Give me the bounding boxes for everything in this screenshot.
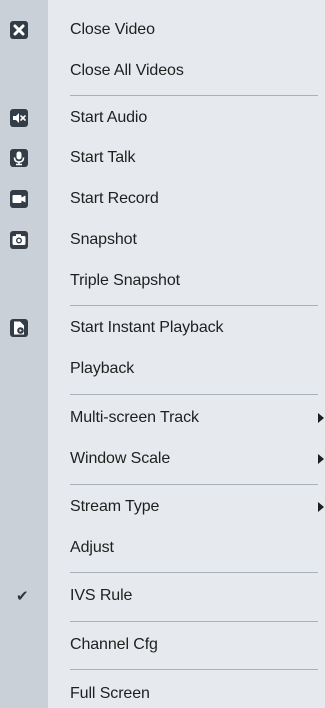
menu-item-label: Start Instant Playback [70, 319, 224, 336]
menu-item-start-record[interactable]: Start Record [0, 180, 325, 218]
record-icon [9, 189, 29, 209]
menu-item-label: IVS Rule [70, 587, 133, 604]
menu-item-snapshot[interactable]: Snapshot [0, 221, 325, 259]
menu-item-full-screen[interactable]: Full Screen [0, 675, 325, 708]
menu-item-label: Adjust [70, 539, 114, 556]
submenu-arrow-icon [318, 502, 324, 512]
menu-item-window-scale[interactable]: Window Scale [0, 440, 325, 478]
menu-item-label: Window Scale [70, 450, 171, 467]
menu-separator [70, 669, 318, 670]
menu-item-label: Close Video [70, 21, 155, 38]
menu-item-label: Multi-screen Track [70, 409, 199, 426]
speaker-icon [9, 108, 29, 128]
menu-item-label: Triple Snapshot [70, 272, 180, 289]
menu-item-start-audio[interactable]: Start Audio [0, 99, 325, 137]
menu-item-label: Snapshot [70, 231, 137, 248]
menu-separator [70, 572, 318, 573]
menu-item-ivs-rule[interactable]: ✔ IVS Rule [0, 577, 325, 615]
menu-item-close-video[interactable]: Close Video [0, 11, 325, 49]
menu-item-label: Start Talk [70, 149, 136, 166]
menu-item-label: Playback [70, 360, 135, 377]
menu-item-stream-type[interactable]: Stream Type [0, 488, 325, 526]
menu-item-label: Start Record [70, 190, 159, 207]
menu-separator [70, 394, 318, 395]
submenu-arrow-icon [318, 413, 324, 423]
menu-item-playback[interactable]: Playback [0, 350, 325, 388]
menu-item-close-all-videos[interactable]: Close All Videos [0, 52, 325, 90]
menu-item-label: Full Screen [70, 685, 150, 702]
checkmark-icon: ✔ [16, 587, 29, 605]
menu-separator [70, 484, 318, 485]
menu-separator [70, 305, 318, 306]
submenu-arrow-icon [318, 454, 324, 464]
menu-separator [70, 621, 318, 622]
menu-item-label: Close All Videos [70, 62, 184, 79]
menu-item-label: Stream Type [70, 498, 160, 515]
camera-icon [9, 230, 29, 250]
menu-item-adjust[interactable]: Adjust [0, 529, 325, 567]
menu-item-start-talk[interactable]: Start Talk [0, 139, 325, 177]
menu-item-start-instant-playback[interactable]: Start Instant Playback [0, 309, 325, 347]
context-menu: Close Video Close All Videos Start Audio… [0, 0, 325, 708]
instant-playback-icon [9, 318, 29, 338]
menu-separator [70, 95, 318, 96]
menu-item-multi-screen-track[interactable]: Multi-screen Track [0, 399, 325, 437]
close-icon [9, 20, 29, 40]
menu-item-label: Start Audio [70, 109, 148, 126]
menu-item-triple-snapshot[interactable]: Triple Snapshot [0, 262, 325, 300]
microphone-icon [9, 148, 29, 168]
menu-item-label: Channel Cfg [70, 636, 158, 653]
menu-item-channel-cfg[interactable]: Channel Cfg [0, 626, 325, 664]
